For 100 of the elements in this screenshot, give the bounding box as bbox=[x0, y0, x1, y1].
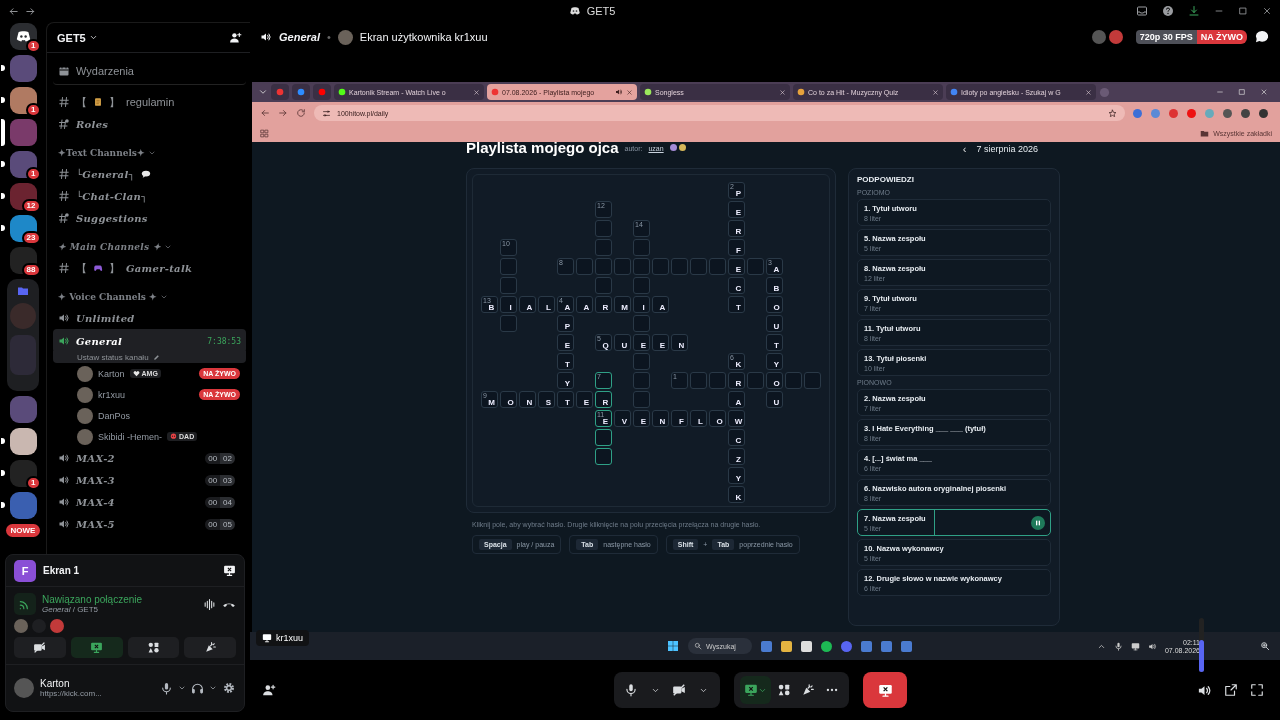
crossword-cell[interactable]: E bbox=[728, 258, 745, 275]
crossword-cell[interactable]: A bbox=[576, 296, 593, 313]
crossword-cell[interactable] bbox=[500, 258, 517, 275]
crossword-cell[interactable]: O bbox=[766, 372, 783, 389]
settings-icon[interactable] bbox=[222, 681, 236, 695]
crossword-cell[interactable]: T bbox=[557, 391, 574, 408]
crossword-cell[interactable]: E bbox=[652, 334, 669, 351]
screen-share-button[interactable] bbox=[70, 637, 123, 658]
chevron-down-icon[interactable] bbox=[164, 243, 173, 251]
crossword-cell[interactable] bbox=[633, 372, 650, 389]
crossword-cell[interactable] bbox=[595, 429, 612, 446]
crossword-cell[interactable] bbox=[671, 258, 688, 275]
crossword-cell[interactable] bbox=[595, 220, 612, 237]
app-icon[interactable] bbox=[820, 640, 832, 652]
server-name[interactable]: GET5 bbox=[57, 31, 86, 44]
crossword-cell[interactable]: N bbox=[671, 334, 688, 351]
noise-suppression-icon[interactable] bbox=[203, 597, 216, 611]
crossword-cell[interactable]: C bbox=[728, 429, 745, 446]
crossword-cell[interactable]: K bbox=[728, 486, 745, 503]
crossword-cell[interactable]: F bbox=[671, 410, 688, 427]
crossword-cell[interactable]: E bbox=[576, 391, 593, 408]
microphone-icon[interactable] bbox=[160, 681, 173, 695]
crossword-cell[interactable] bbox=[633, 353, 650, 370]
soundboard-button[interactable] bbox=[184, 637, 236, 658]
crossword-cell[interactable] bbox=[633, 391, 650, 408]
close-icon[interactable] bbox=[626, 88, 633, 96]
crossword-cell[interactable]: I bbox=[500, 296, 517, 313]
minimize-icon[interactable] bbox=[1216, 88, 1224, 96]
crossword-cell[interactable] bbox=[633, 315, 650, 332]
apps-grid-icon[interactable] bbox=[260, 128, 269, 138]
tab-list-icon[interactable] bbox=[258, 87, 268, 97]
home-button[interactable]: 1 bbox=[9, 23, 37, 50]
chevron-icon[interactable] bbox=[178, 684, 186, 692]
crossword-cell[interactable] bbox=[709, 258, 726, 275]
reload-icon[interactable] bbox=[296, 108, 306, 118]
crossword-cell[interactable] bbox=[614, 258, 631, 275]
crossword-cell[interactable]: S bbox=[538, 391, 555, 408]
crossword-cell[interactable] bbox=[785, 372, 802, 389]
crossword-cell[interactable] bbox=[595, 277, 612, 294]
crossword-cell[interactable]: A bbox=[728, 391, 745, 408]
download-icon[interactable] bbox=[1188, 5, 1200, 17]
user-name[interactable]: Karton bbox=[98, 368, 125, 379]
connection-location[interactable]: General / GET5 bbox=[42, 605, 197, 614]
chevron-down-icon[interactable] bbox=[160, 293, 169, 301]
crossword-cell[interactable] bbox=[652, 258, 669, 275]
chevron-icon[interactable] bbox=[88, 33, 98, 42]
crossword-cell[interactable]: V bbox=[614, 410, 631, 427]
screen-share-button[interactable] bbox=[740, 676, 771, 704]
popout-icon[interactable] bbox=[1224, 683, 1238, 697]
crossword-cell[interactable] bbox=[690, 258, 707, 275]
crossword-cell[interactable]: A bbox=[519, 296, 536, 313]
chat-icon[interactable] bbox=[1254, 29, 1270, 45]
fullscreen-icon[interactable] bbox=[1250, 683, 1264, 697]
crossword-cell[interactable]: R bbox=[728, 372, 745, 389]
forward-icon[interactable] bbox=[278, 108, 288, 118]
crossword-cell[interactable] bbox=[690, 372, 707, 389]
close-icon[interactable] bbox=[1262, 6, 1272, 16]
crossword-cell[interactable] bbox=[633, 277, 650, 294]
forward-arrow-icon[interactable] bbox=[25, 5, 36, 17]
pause-button[interactable] bbox=[1031, 515, 1045, 530]
crossword-cell[interactable]: N bbox=[652, 410, 669, 427]
add-user-icon[interactable] bbox=[262, 683, 276, 697]
crossword-cell[interactable] bbox=[633, 239, 650, 256]
crossword-cell[interactable] bbox=[633, 258, 650, 275]
crossword-cell[interactable]: O bbox=[500, 391, 517, 408]
selected-channel[interactable]: General 7:38:53 bbox=[53, 329, 246, 353]
crossword-cell[interactable]: R bbox=[728, 220, 745, 237]
crossword-cell[interactable]: E bbox=[633, 410, 650, 427]
crossword-cell[interactable]: Z bbox=[728, 448, 745, 465]
crossword-cell[interactable] bbox=[804, 372, 821, 389]
app-icon[interactable] bbox=[780, 640, 792, 652]
crossword-cell[interactable]: B bbox=[766, 277, 783, 294]
crossword-cell[interactable]: R bbox=[595, 391, 612, 408]
crossword-cell[interactable]: E bbox=[633, 334, 650, 351]
inbox-icon[interactable] bbox=[1136, 5, 1148, 17]
crossword-cell[interactable] bbox=[709, 372, 726, 389]
crossword-cell[interactable]: P bbox=[557, 315, 574, 332]
crossword-cell[interactable]: Y bbox=[557, 372, 574, 389]
crossword-cell[interactable] bbox=[595, 258, 612, 275]
crossword-cell[interactable]: U bbox=[766, 315, 783, 332]
stop-stream-icon[interactable] bbox=[223, 564, 236, 577]
restore-icon[interactable] bbox=[1238, 88, 1246, 96]
browser-tab[interactable] bbox=[313, 84, 331, 100]
user-name[interactable]: Skibidi -Hemen- bbox=[98, 431, 163, 442]
activities-button[interactable] bbox=[127, 637, 180, 658]
zoom-icon[interactable] bbox=[1260, 641, 1270, 651]
camera-button[interactable] bbox=[14, 637, 66, 658]
crossword-cell[interactable] bbox=[576, 258, 593, 275]
bookmark-star-icon[interactable] bbox=[1108, 108, 1117, 118]
crossword-cell[interactable] bbox=[747, 258, 764, 275]
crossword-cell[interactable] bbox=[747, 372, 764, 389]
chevron-down-icon[interactable] bbox=[147, 149, 156, 157]
chevron-icon[interactable] bbox=[209, 684, 217, 692]
crossword-cell[interactable]: M bbox=[614, 296, 631, 313]
crossword-cell[interactable]: T bbox=[557, 353, 574, 370]
crossword-cell[interactable]: E bbox=[557, 334, 574, 351]
crossword-cell[interactable] bbox=[595, 448, 612, 465]
server-icon[interactable]: 88 bbox=[9, 247, 37, 274]
browser-tab[interactable] bbox=[292, 84, 310, 100]
headphones-icon[interactable] bbox=[191, 681, 204, 695]
